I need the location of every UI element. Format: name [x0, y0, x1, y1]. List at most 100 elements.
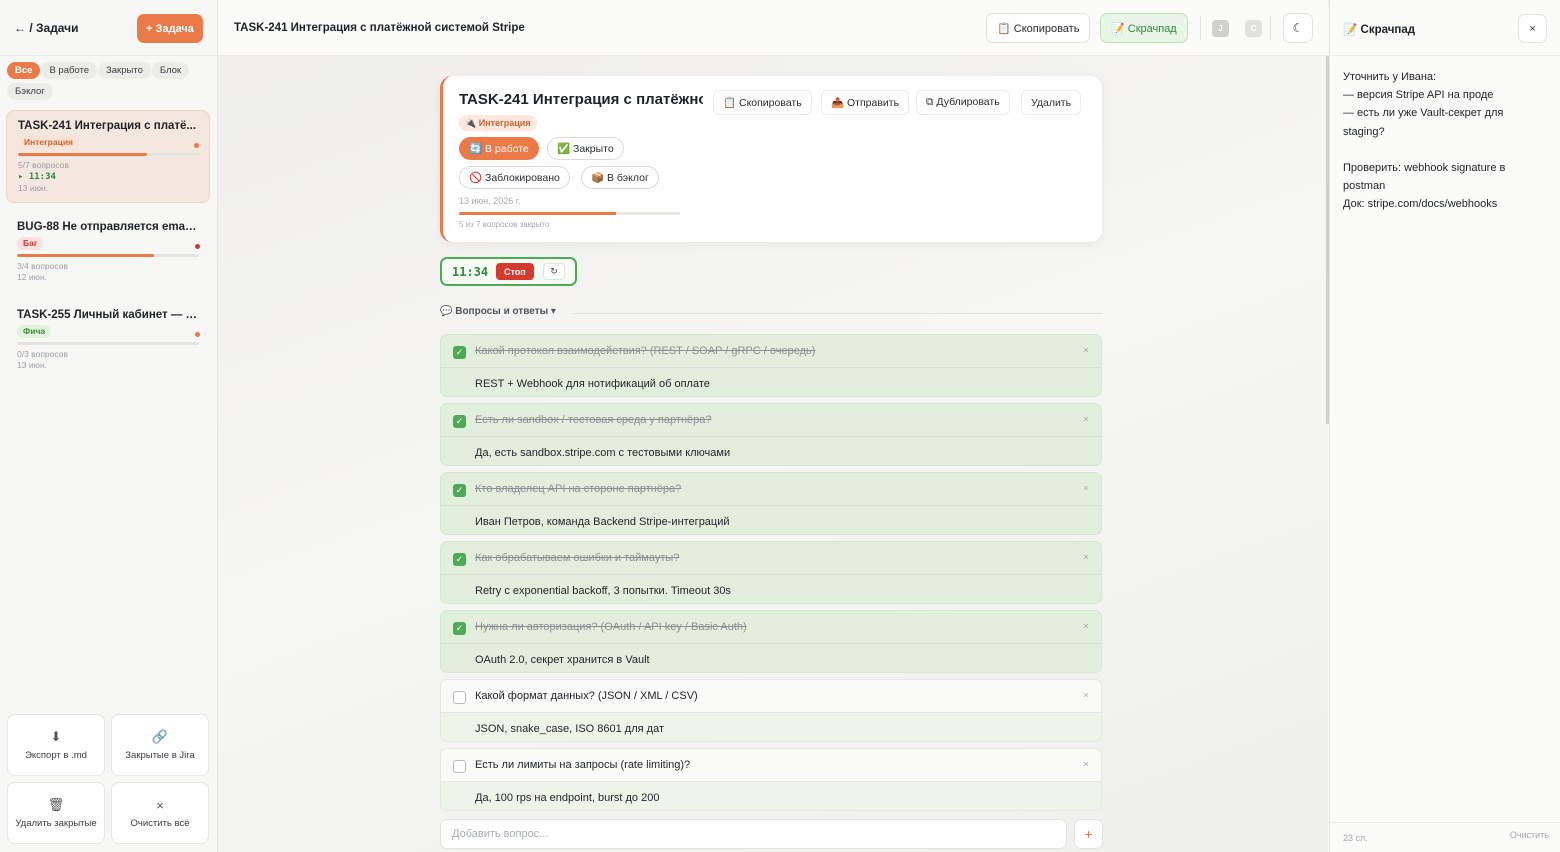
close-scratchpad-button[interactable]: ×	[1518, 14, 1547, 43]
status-backlog[interactable]: 📦 В бэклог	[581, 166, 659, 189]
question-checkbox[interactable]: ✓	[453, 346, 466, 359]
question-text[interactable]: Какой формат данных? (JSON / XML / CSV)	[475, 690, 698, 702]
status-closed[interactable]: ✅ Закрыто	[547, 137, 624, 160]
question-text[interactable]: Какой протокол взаимодействия? (REST / S…	[475, 345, 815, 357]
filter-chips: Все В работе Закрыто Блок Бэклог	[7, 62, 212, 104]
question-item: ✓ Есть ли sandbox / тестовая среда у парт…	[440, 403, 1102, 466]
main-area: TASK-241 Интеграция с платёжной системой…	[218, 0, 1328, 852]
task-card: TASK-241 Интеграция с платёжной системой…	[440, 76, 1102, 242]
priority-dot	[195, 244, 200, 249]
filter-closed[interactable]: Закрыто	[98, 62, 151, 79]
moon-icon: ☾	[1292, 21, 1304, 35]
answer-text[interactable]: JSON, snake_case, ISO 8601 для дат	[475, 723, 664, 735]
status-blocked[interactable]: 🚫 Заблокировано	[459, 166, 570, 189]
add-question-button[interactable]: +	[1074, 819, 1103, 849]
question-list: ✓ Какой протокол взаимодействия? (REST / …	[440, 334, 1102, 817]
remove-question-button[interactable]: ×	[1079, 550, 1093, 564]
priority-dot	[194, 143, 199, 148]
remove-question-button[interactable]: ×	[1079, 343, 1093, 357]
question-text[interactable]: Как обрабатываем ошибки и таймауты?	[475, 552, 679, 564]
answer-text[interactable]: Retry с exponential backoff, 3 попытки. …	[475, 585, 731, 597]
qa-label: 💬 Вопросы и ответы ▾	[440, 306, 556, 317]
send-button[interactable]: 📤 Отправить	[821, 90, 910, 115]
question-item: Есть ли лимиты на запросы (rate limiting…	[440, 748, 1102, 811]
divider	[572, 313, 1102, 314]
question-text[interactable]: Кто владелец API на стороне партнёра?	[475, 483, 681, 495]
task-title: TASK-241 Интеграция с платёжной системой…	[459, 91, 703, 108]
close-icon: ×	[156, 797, 164, 813]
question-text[interactable]: Есть ли лимиты на запросы (rate limiting…	[475, 759, 690, 771]
task-item[interactable]: BUG-88 Не отправляется email... Баг 3/4 …	[6, 212, 210, 291]
question-checkbox[interactable]: ✓	[453, 553, 466, 566]
question-text[interactable]: Нужна ли авторизация? (OAuth / API key /…	[475, 621, 747, 633]
task-progress-text: 5 из 7 вопросов закрыто	[459, 220, 550, 229]
divider	[1200, 16, 1201, 40]
jira-icon[interactable]: J	[1212, 20, 1229, 37]
task-item-title: BUG-88 Не отправляется email...	[17, 221, 199, 233]
task-item-title: TASK-241 Интеграция с платё...	[18, 120, 197, 132]
filter-all[interactable]: Все	[7, 62, 41, 79]
dark-mode-toggle[interactable]: ☾	[1283, 13, 1313, 43]
sidebar: ← / Задачи + Задача Все В работе Закрыто Бл…	[0, 0, 218, 852]
timer-reset-button[interactable]: ↻	[543, 263, 565, 280]
status-in-progress[interactable]: 🔄 В работе	[459, 137, 539, 160]
answer-text[interactable]: REST + Webhook для нотификаций об оплате	[475, 378, 710, 390]
scratchpad-textarea[interactable]: Уточнить у Ивана: — версия Stripe API на…	[1343, 68, 1548, 214]
remove-question-button[interactable]: ×	[1079, 688, 1093, 702]
answer-text[interactable]: Да, 100 rps на endpoint, burst до 200	[475, 792, 659, 804]
question-checkbox[interactable]	[453, 691, 466, 704]
question-checkbox[interactable]: ✓	[453, 622, 466, 635]
copy-button[interactable]: 📋 Скопировать	[986, 13, 1091, 43]
remove-question-button[interactable]: ×	[1079, 757, 1093, 771]
task-progress-bar	[17, 254, 199, 257]
trash-icon: 🗑	[47, 797, 65, 812]
question-item: Какой формат данных? (JSON / XML / CSV) ×…	[440, 679, 1102, 742]
add-question-input[interactable]	[440, 819, 1067, 849]
export-md-button[interactable]: ⬇ Экспорт в .md	[7, 714, 105, 776]
scratchpad-toggle-button[interactable]: 📝 Скрачпад	[1100, 13, 1188, 43]
task-item-date: 12 июн.	[17, 272, 47, 282]
duplicate-button[interactable]: ⧉ Дублировать	[916, 90, 1010, 115]
timer-stop-button[interactable]: Стоп	[496, 263, 534, 280]
delete-closed-button[interactable]: 🗑 Удалить закрытые	[7, 782, 105, 844]
task-item[interactable]: TASK-241 Интеграция с платё... Интеграци…	[6, 110, 210, 203]
remove-question-button[interactable]: ×	[1079, 412, 1093, 426]
task-item-questions: 5/7 вопросов	[18, 160, 69, 170]
timer-value: 11:34	[452, 265, 489, 279]
priority-dot	[195, 332, 200, 337]
page-title: TASK-241 Интеграция с платёжной системой…	[234, 22, 525, 34]
answer-text[interactable]: OAuth 2.0, секрет хранится в Vault	[475, 654, 650, 666]
question-checkbox[interactable]	[453, 760, 466, 773]
delete-button[interactable]: Удалить	[1021, 90, 1082, 115]
remove-question-button[interactable]: ×	[1079, 619, 1093, 633]
qa-section-header[interactable]: 💬 Вопросы и ответы ▾	[440, 306, 1102, 320]
clear-all-button[interactable]: × Очистить всё	[111, 782, 209, 844]
word-count: 23 сл.	[1343, 833, 1368, 843]
question-item: ✓ Нужна ли авторизация? (OAuth / API key …	[440, 610, 1102, 673]
card-copy-button[interactable]: 📋 Скопировать	[713, 90, 812, 115]
scratchpad-footer: 23 сл. Очистить	[1330, 822, 1560, 852]
task-item-date: 13 июн.	[17, 360, 47, 370]
divider	[1270, 16, 1271, 40]
answer-text[interactable]: Да, есть sandbox.stripe.com с тестовыми …	[475, 447, 730, 459]
answer-text[interactable]: Иван Петров, команда Backend Stripe-инте…	[475, 516, 730, 528]
timer-widget: 11:34 Стоп ↻	[440, 257, 577, 286]
clear-scratchpad-button[interactable]: Очистить	[1510, 830, 1549, 840]
task-list: TASK-241 Интеграция с платё... Интеграци…	[6, 110, 211, 388]
task-item[interactable]: TASK-255 Личный кабинет — и... Фича 0/3 …	[6, 300, 210, 379]
filter-blocked[interactable]: Блок	[151, 62, 190, 79]
question-checkbox[interactable]: ✓	[453, 484, 466, 497]
confluence-icon[interactable]: C	[1245, 20, 1262, 37]
new-task-button[interactable]: + Задача	[137, 14, 203, 43]
question-item: ✓ Кто владелец API на стороне партнёра? × …	[440, 472, 1102, 535]
task-item-title: TASK-255 Личный кабинет — и...	[17, 309, 199, 321]
back-link[interactable]: ← / Задачи	[14, 21, 79, 35]
task-item-tag: Интеграция	[18, 136, 80, 149]
filter-in-progress[interactable]: В работе	[41, 62, 98, 79]
jira-closed-button[interactable]: 🔗 Закрытые в Jira	[111, 714, 209, 776]
question-checkbox[interactable]: ✓	[453, 415, 466, 428]
question-item: ✓ Какой протокол взаимодействия? (REST / …	[440, 334, 1102, 397]
question-text[interactable]: Есть ли sandbox / тестовая среда у партн…	[475, 414, 712, 426]
remove-question-button[interactable]: ×	[1079, 481, 1093, 495]
filter-backlog[interactable]: Бэклог	[7, 83, 53, 100]
